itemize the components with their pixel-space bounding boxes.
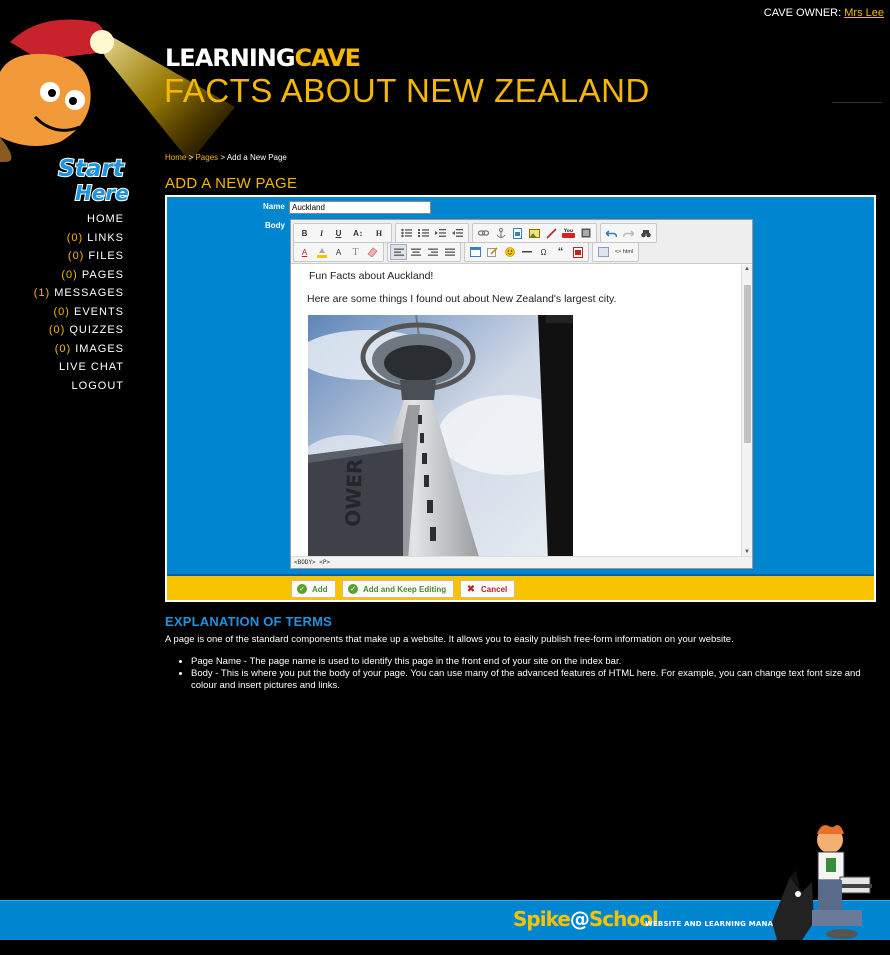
- font-family-icon[interactable]: A: [330, 244, 347, 260]
- name-label: Name: [263, 202, 285, 211]
- scroll-down-icon[interactable]: ▼: [744, 549, 750, 555]
- cave-owner-link[interactable]: Mrs Lee: [844, 7, 884, 19]
- horizontal-rule-icon[interactable]: [518, 244, 535, 260]
- bold-button[interactable]: B: [296, 225, 313, 241]
- align-right-icon[interactable]: [424, 244, 441, 260]
- emoticon-icon[interactable]: [501, 244, 518, 260]
- learningcave-logo: LEARNINGCAVE: [165, 44, 361, 72]
- align-left-icon[interactable]: [390, 244, 407, 260]
- nav-links[interactable]: (0) LINKS: [34, 229, 124, 248]
- editor-toolbar: B I U A↕ H You A A T Ω “ <> html: [291, 220, 752, 264]
- youtube-icon[interactable]: You: [560, 225, 577, 241]
- header-divider: [832, 102, 882, 103]
- eraser-icon[interactable]: [364, 244, 381, 260]
- link-icon[interactable]: [475, 225, 492, 241]
- svg-text:OWER: OWER: [341, 458, 367, 527]
- breadcrumb-pages[interactable]: Pages: [195, 153, 218, 162]
- breadcrumb-home[interactable]: Home: [165, 153, 186, 162]
- footer-bar: Spike@School WEBSITE AND LEARNING MANAGE…: [0, 900, 890, 940]
- page-name-input[interactable]: [289, 201, 431, 214]
- scroll-up-icon[interactable]: ▲: [744, 266, 750, 272]
- html-source-button[interactable]: <> html: [612, 244, 636, 260]
- side-nav: HOME (0) LINKS (0) FILES (0) PAGES (1) M…: [34, 210, 124, 395]
- nav-live-chat[interactable]: LIVE CHAT: [34, 358, 124, 377]
- font-color-icon[interactable]: A: [296, 244, 313, 260]
- indent-icon[interactable]: [432, 225, 449, 241]
- check-icon: ✓: [297, 584, 307, 594]
- list-item: Page Name - The page name is used to ide…: [191, 656, 876, 668]
- spike-kid-mascot-icon: [772, 825, 872, 940]
- undo-icon[interactable]: [603, 225, 620, 241]
- editor-body-text: Here are some things I found out about N…: [307, 293, 617, 305]
- editor-scrollbar[interactable]: ▲ ▼: [741, 265, 752, 556]
- breadcrumb: Home > Pages > Add a New Page: [165, 153, 287, 162]
- nav-images[interactable]: (0) IMAGES: [34, 340, 124, 359]
- draw-icon[interactable]: [543, 225, 560, 241]
- add-page-form: Name Body B I U A↕ H: [165, 195, 876, 602]
- redo-icon[interactable]: [620, 225, 637, 241]
- numbered-list-icon[interactable]: [415, 225, 432, 241]
- scroll-thumb[interactable]: [744, 285, 751, 443]
- body-label: Body: [265, 221, 285, 230]
- svg-text:Here: Here: [75, 181, 129, 204]
- highlight-icon[interactable]: [313, 244, 330, 260]
- image-icon[interactable]: [526, 225, 543, 241]
- italic-button[interactable]: I: [313, 225, 330, 241]
- explanation-heading: EXPLANATION OF TERMS: [165, 614, 332, 629]
- nav-logout[interactable]: LOGOUT: [34, 377, 124, 396]
- pdf-icon[interactable]: [569, 244, 586, 260]
- file-icon[interactable]: [509, 225, 526, 241]
- align-justify-icon[interactable]: [441, 244, 458, 260]
- list-item: Body - This is where you put the body of…: [191, 668, 876, 692]
- sky-tower-photo[interactable]: OWER: [308, 315, 573, 556]
- template-icon[interactable]: [595, 244, 612, 260]
- start-here-badge[interactable]: Start Here: [50, 152, 132, 204]
- rich-text-editor: B I U A↕ H You A A T Ω “ <> html Fun Fac…: [290, 219, 753, 569]
- check-icon: ✓: [348, 584, 358, 594]
- nav-pages[interactable]: (0) PAGES: [34, 266, 124, 285]
- add-button[interactable]: ✓ Add: [291, 580, 336, 598]
- editor-status-path: <BODY> <P>: [291, 556, 752, 568]
- special-char-icon[interactable]: Ω: [535, 244, 552, 260]
- cave-owner: CAVE OWNER: Mrs Lee: [764, 7, 884, 19]
- svg-text:Start: Start: [58, 156, 124, 182]
- underline-button[interactable]: U: [330, 225, 347, 241]
- media-icon[interactable]: [577, 225, 594, 241]
- heading-dropdown[interactable]: H: [369, 225, 389, 241]
- nav-files[interactable]: (0) FILES: [34, 247, 124, 266]
- nav-messages[interactable]: (1) MESSAGES: [34, 284, 124, 303]
- find-icon[interactable]: [637, 225, 654, 241]
- anchor-icon[interactable]: [492, 225, 509, 241]
- add-and-keep-editing-button[interactable]: ✓ Add and Keep Editing: [342, 580, 455, 598]
- editor-content[interactable]: Fun Facts about Auckland! Here are some …: [291, 265, 741, 556]
- nav-home[interactable]: HOME: [34, 210, 124, 229]
- outdent-icon[interactable]: [449, 225, 466, 241]
- site-title: FACTS ABOUT NEW ZEALAND: [164, 72, 650, 109]
- edit-table-icon[interactable]: [484, 244, 501, 260]
- cancel-button[interactable]: ✖ Cancel: [460, 580, 516, 598]
- blockquote-icon[interactable]: “: [552, 244, 569, 260]
- nav-events[interactable]: (0) EVENTS: [34, 303, 124, 322]
- table-icon[interactable]: [467, 244, 484, 260]
- text-style-icon[interactable]: T: [347, 244, 364, 260]
- page-title: ADD A NEW PAGE: [165, 175, 298, 192]
- svg-text:You: You: [563, 228, 573, 234]
- close-icon: ✖: [466, 583, 476, 595]
- nav-quizzes[interactable]: (0) QUIZZES: [34, 321, 124, 340]
- align-center-icon[interactable]: [407, 244, 424, 260]
- bullet-list-icon[interactable]: [398, 225, 415, 241]
- explanation-intro: A page is one of the standard components…: [165, 634, 734, 645]
- font-size-dropdown[interactable]: A↕: [347, 225, 369, 241]
- form-button-bar: ✓ Add ✓ Add and Keep Editing ✖ Cancel: [167, 574, 874, 600]
- editor-heading-text: Fun Facts about Auckland!: [309, 270, 434, 282]
- explanation-list: Page Name - The page name is used to ide…: [191, 656, 876, 692]
- cave-owner-label: CAVE OWNER:: [763, 7, 842, 19]
- spike-school-logo[interactable]: Spike@School: [513, 907, 659, 931]
- breadcrumb-current: Add a New Page: [226, 153, 287, 162]
